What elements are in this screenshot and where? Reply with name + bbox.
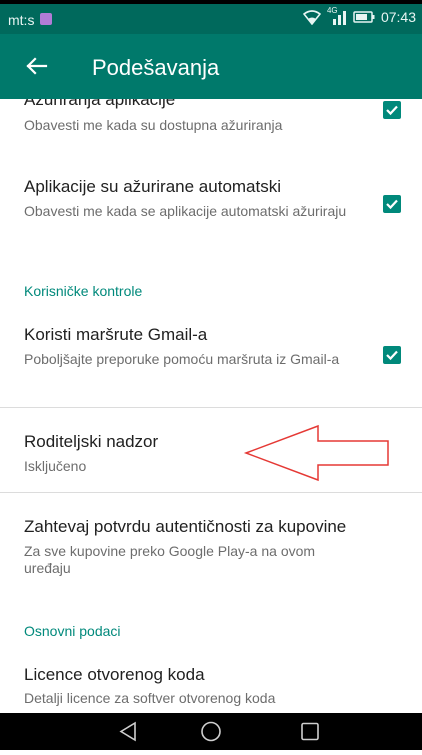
signal-icon: 4G [327, 6, 347, 25]
section-header-basic-info: Osnovni podaci [24, 623, 121, 639]
checkbox-checked-icon[interactable] [383, 195, 401, 213]
back-button[interactable] [18, 48, 54, 84]
nav-back-button[interactable] [108, 713, 148, 750]
arrow-back-icon [26, 57, 48, 75]
settings-list[interactable]: Ažuriranja aplikacije Obavesti me kada s… [0, 99, 422, 713]
setting-title: Licence otvorenog koda [24, 665, 205, 684]
battery-icon [353, 11, 375, 23]
setting-auto-updated[interactable]: Aplikacije su ažurirane automatski Obave… [0, 167, 422, 247]
setting-title: Roditeljski nadzor [24, 432, 159, 451]
navigation-bar [0, 713, 422, 750]
setting-gmail-routes[interactable]: Koristi maršrute Gmail-a Poboljšajte pre… [0, 315, 422, 405]
setting-title: Koristi maršrute Gmail-a [24, 325, 208, 344]
checkbox-checked-icon[interactable] [383, 346, 401, 364]
setting-title: Ažuriranja aplikacije [24, 99, 176, 109]
setting-open-source[interactable]: Licence otvorenog koda Detalji licence z… [0, 651, 422, 713]
status-icons: 4G 07:43 [302, 6, 416, 25]
setting-subtitle: Za sve kupovine preko Google Play-a na o… [24, 543, 316, 576]
nav-recents-button[interactable] [290, 713, 330, 750]
notification-icon [40, 13, 52, 25]
checkbox-checked-icon[interactable] [383, 101, 401, 119]
app-bar: Podešavanja [0, 34, 422, 99]
setting-purchase-auth[interactable]: Zahtevaj potvrdu autentičnosti za kupovi… [0, 493, 422, 603]
setting-subtitle: Obavesti me kada se aplikacije automatsk… [24, 203, 347, 219]
nav-home-icon [201, 721, 221, 742]
nav-recents-icon [301, 722, 319, 741]
annotation-arrow-icon [243, 424, 389, 482]
section-header-user-controls: Korisničke kontrole [24, 283, 143, 299]
wifi-icon [302, 10, 321, 25]
setting-subtitle: Detalji licence za softver otvorenog kod… [24, 690, 276, 706]
nav-home-button[interactable] [191, 713, 231, 750]
setting-subtitle: Obavesti me kada su dostupna ažuriranja [24, 117, 283, 133]
status-bar: mt:s 4G 07:43 [0, 4, 422, 34]
carrier-label: mt:s [8, 12, 35, 28]
setting-subtitle: Poboljšajte preporuke pomoću maršruta iz… [24, 351, 340, 367]
nav-back-icon [119, 721, 136, 742]
clock: 07:43 [380, 9, 416, 25]
setting-app-updates[interactable]: Ažuriranja aplikacije Obavesti me kada s… [0, 99, 422, 145]
setting-title: Zahtevaj potvrdu autentičnosti za kupovi… [24, 517, 347, 536]
setting-title: Aplikacije su ažurirane automatski [24, 177, 282, 196]
page-title: Podešavanja [92, 55, 220, 80]
